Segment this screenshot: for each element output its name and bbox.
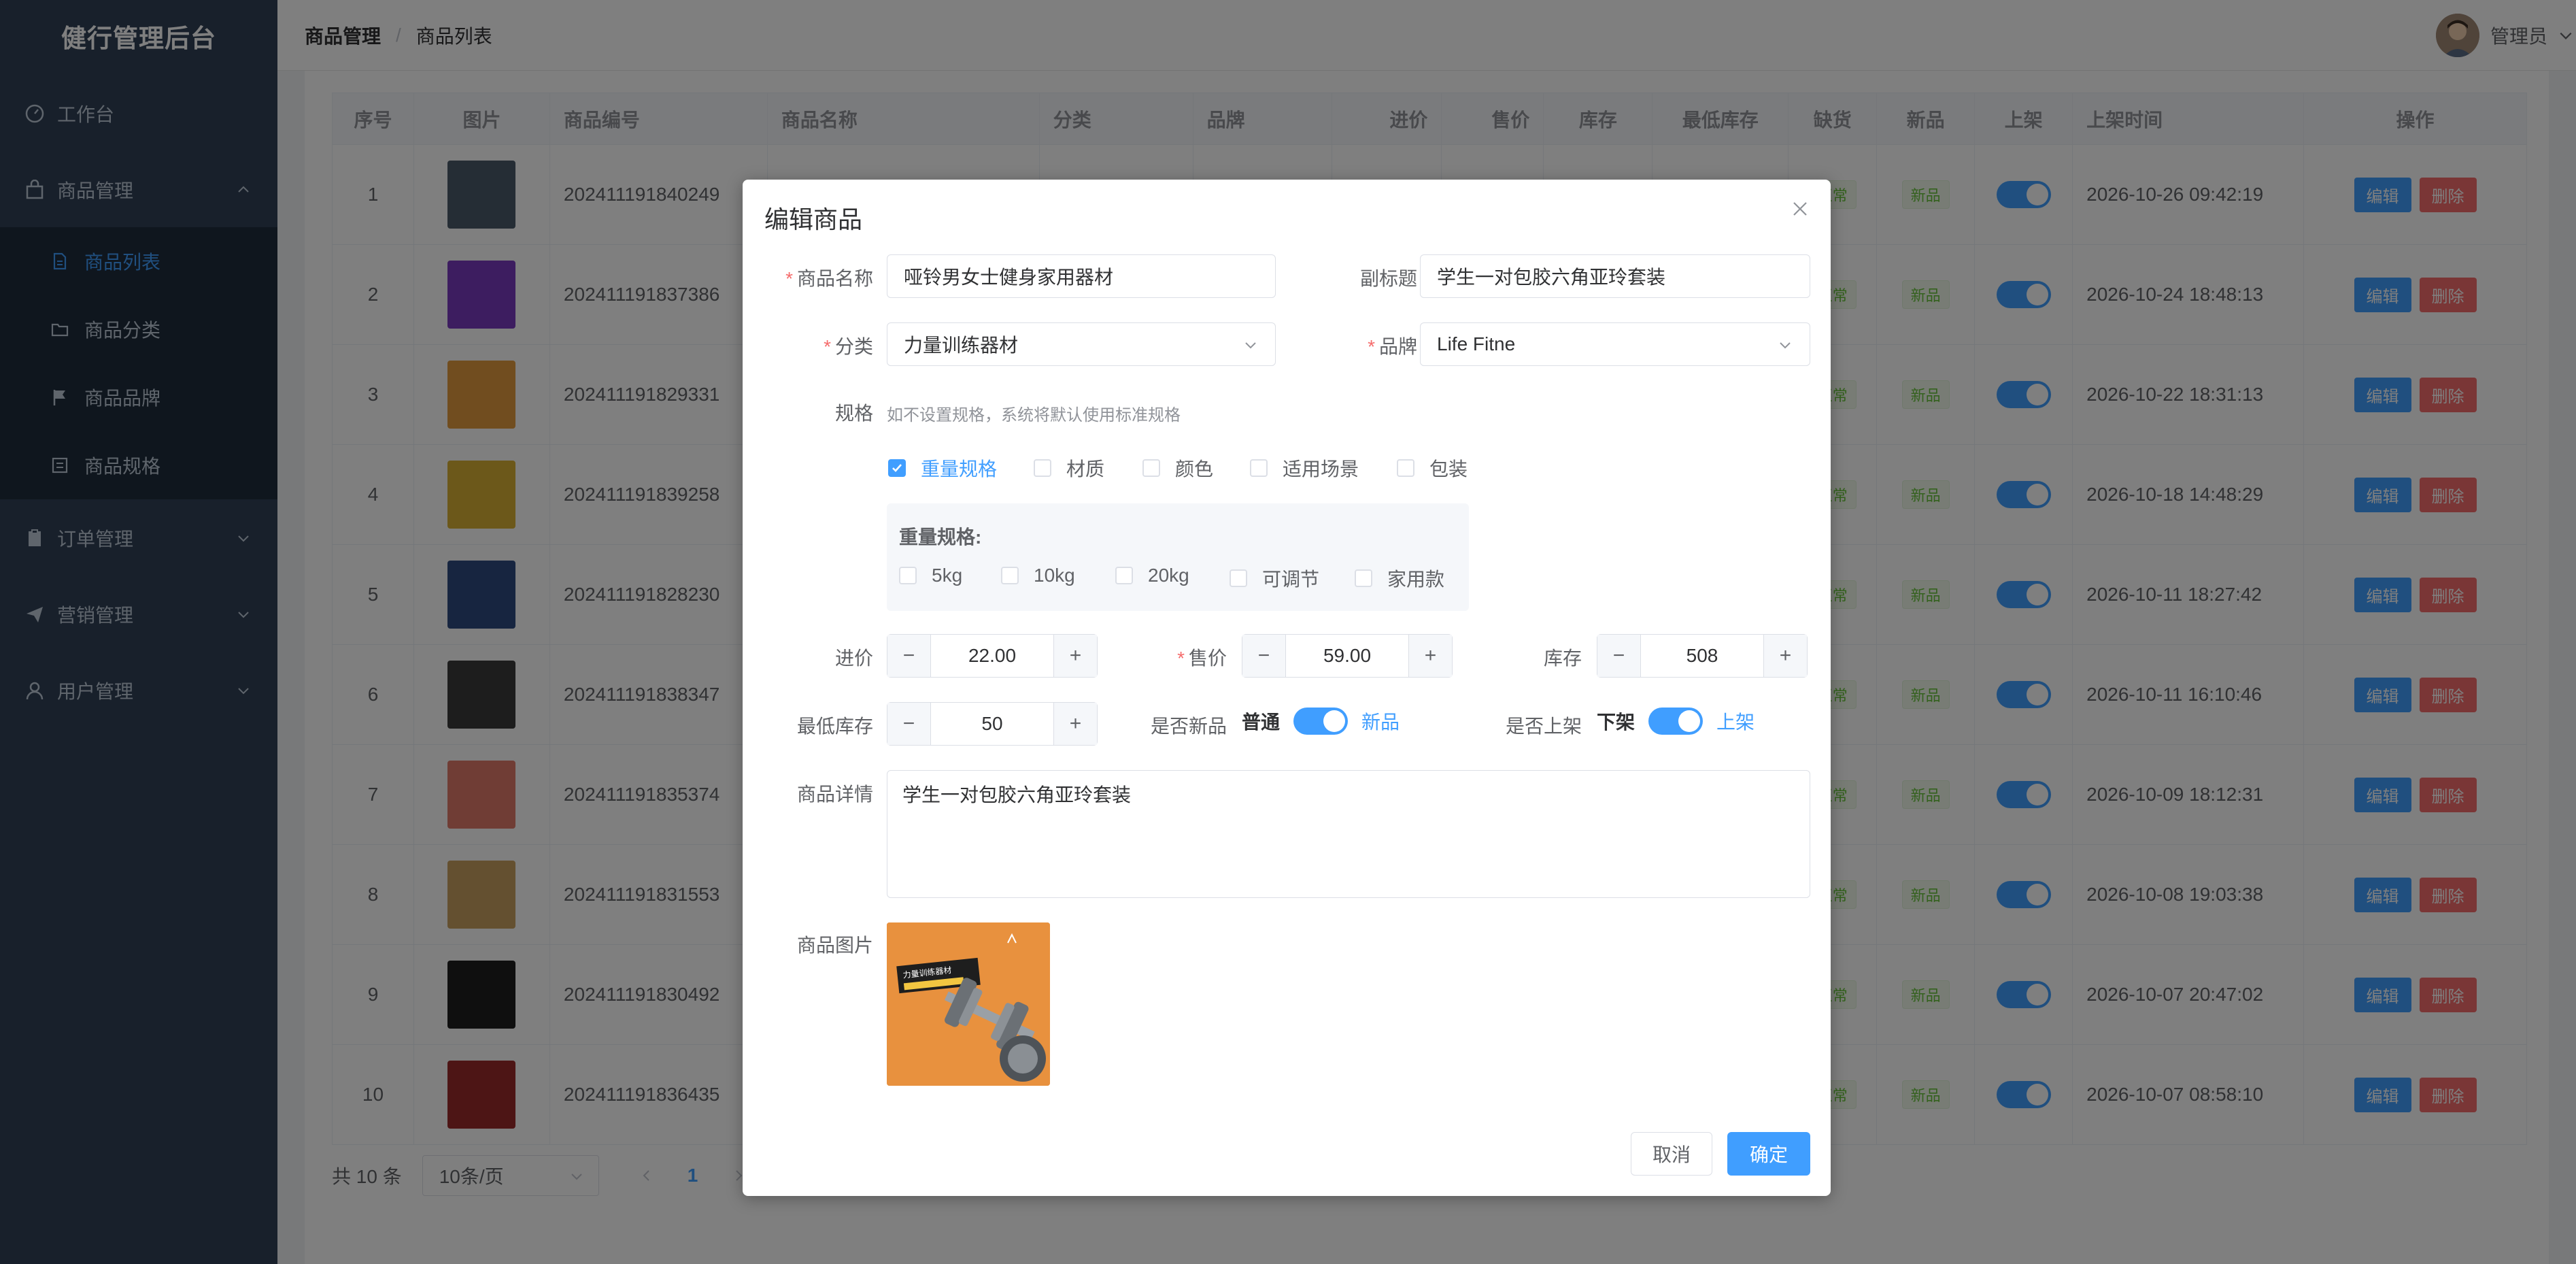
is-new-switch[interactable]: 普通 新品 (1242, 708, 1400, 735)
switch-on-label: 新品 (1361, 712, 1400, 733)
form-label: 副标题 (1359, 268, 1417, 289)
spec-value-checkbox[interactable]: 20kg (1115, 565, 1189, 586)
checkbox-icon (1355, 569, 1372, 587)
form-label: 库存 (1543, 648, 1582, 669)
on-sale-switch[interactable]: 下架 上架 (1597, 708, 1755, 735)
brand-select[interactable]: Life Fitne (1420, 322, 1810, 366)
minus-icon[interactable]: − (1242, 635, 1286, 677)
cost-stepper[interactable]: − 22.00 + (887, 634, 1098, 678)
price-value: 59.00 (1323, 645, 1372, 666)
spec-group-title: 重量规格: (899, 527, 982, 548)
plus-icon[interactable]: + (1763, 635, 1807, 677)
spec-value-panel: 重量规格: 5kg 10kg 20kg 可调节 家用款 (887, 503, 1469, 611)
form-label: 规格 (834, 403, 873, 424)
minus-icon[interactable]: − (887, 703, 931, 745)
plus-icon[interactable]: + (1053, 703, 1097, 745)
chevron-down-icon (1245, 342, 1256, 349)
form-label: * 商品名称 (785, 268, 873, 289)
form-label: * 品牌 (1368, 336, 1417, 357)
checkbox-label: 20kg (1148, 565, 1189, 586)
chevron-down-icon (1780, 342, 1791, 349)
checkbox-checked-icon (888, 459, 906, 477)
switch-on-label: 上架 (1716, 712, 1755, 733)
subtitle-input[interactable]: 学生一对包胶六角亚玲套装 (1420, 254, 1810, 298)
spec-checkbox[interactable]: 材质 (1034, 454, 1104, 482)
dialog-title: 编辑商品 (764, 205, 863, 233)
checkbox-icon (1115, 567, 1133, 584)
product-image[interactable]: 力量训练器材 (887, 922, 1050, 1086)
spec-checkbox[interactable]: 包装 (1397, 454, 1468, 482)
form-label: 商品详情 (796, 784, 873, 805)
checkbox-icon (1230, 569, 1247, 587)
checkbox-icon (1142, 459, 1160, 477)
goods-name-input[interactable]: 哑铃男女士健身家用器材 (887, 254, 1276, 298)
checkbox-label: 可调节 (1262, 569, 1320, 590)
spec-value-checkbox[interactable]: 10kg (1001, 565, 1075, 586)
form-label: 最低库存 (796, 716, 873, 737)
checkbox-icon (1034, 459, 1051, 477)
plus-icon[interactable]: + (1053, 635, 1097, 677)
spec-value-checkbox[interactable]: 5kg (899, 565, 962, 586)
spec-value-checkbox[interactable]: 家用款 (1355, 565, 1444, 592)
checkbox-icon (1250, 459, 1268, 477)
spec-checkbox[interactable]: 重量规格 (888, 454, 997, 482)
checkbox-label: 重量规格 (921, 459, 998, 480)
minus-icon[interactable]: − (887, 635, 931, 677)
switch-track[interactable] (1293, 708, 1349, 735)
spec-checkbox[interactable]: 适用场景 (1250, 454, 1359, 482)
form-label: * 分类 (824, 336, 873, 357)
checkbox-icon (899, 567, 917, 584)
form-label: 是否新品 (1150, 716, 1227, 737)
close-icon[interactable] (1790, 199, 1810, 219)
spec-value-checkbox[interactable]: 可调节 (1230, 565, 1319, 592)
min-stock-stepper[interactable]: − 50 + (887, 702, 1098, 746)
plus-icon[interactable]: + (1408, 635, 1452, 677)
form-label: 商品图片 (796, 935, 873, 956)
min-stock-value: 50 (981, 713, 1003, 734)
cancel-button[interactable]: 取消 (1631, 1132, 1712, 1176)
spec-checkbox[interactable]: 颜色 (1142, 454, 1213, 482)
switch-off-label: 下架 (1597, 712, 1636, 733)
spec-hint: 如不设置规格，系统将默认使用标准规格 (887, 406, 1181, 425)
price-stepper[interactable]: − 59.00 + (1242, 634, 1453, 678)
cost-value: 22.00 (968, 645, 1017, 666)
checkbox-label: 5kg (932, 565, 963, 586)
category-select[interactable]: 力量训练器材 (887, 322, 1276, 366)
minus-icon[interactable]: − (1597, 635, 1641, 677)
stock-value: 508 (1686, 645, 1718, 666)
checkbox-label: 适用场景 (1283, 459, 1359, 480)
confirm-button[interactable]: 确定 (1727, 1132, 1810, 1176)
form-label: 进价 (834, 648, 873, 669)
checkbox-label: 10kg (1034, 565, 1075, 586)
edit-goods-dialog: 编辑商品 * 商品名称 哑铃男女士健身家用器材 副标题 学生一对包胶六角亚玲套装 … (743, 180, 1831, 1196)
checkbox-icon (1001, 567, 1019, 584)
form-label: * 售价 (1177, 648, 1227, 669)
checkbox-label: 家用款 (1387, 569, 1445, 590)
detail-textarea[interactable]: 学生一对包胶六角亚玲套装 (887, 770, 1810, 898)
checkbox-icon (1397, 459, 1414, 477)
checkbox-label: 包装 (1429, 459, 1468, 480)
switch-off-label: 普通 (1242, 712, 1281, 733)
checkbox-label: 颜色 (1175, 459, 1214, 480)
checkbox-label: 材质 (1066, 459, 1105, 480)
stock-stepper[interactable]: − 508 + (1597, 634, 1808, 678)
switch-track[interactable] (1648, 708, 1704, 735)
form-label: 是否上架 (1505, 716, 1582, 737)
